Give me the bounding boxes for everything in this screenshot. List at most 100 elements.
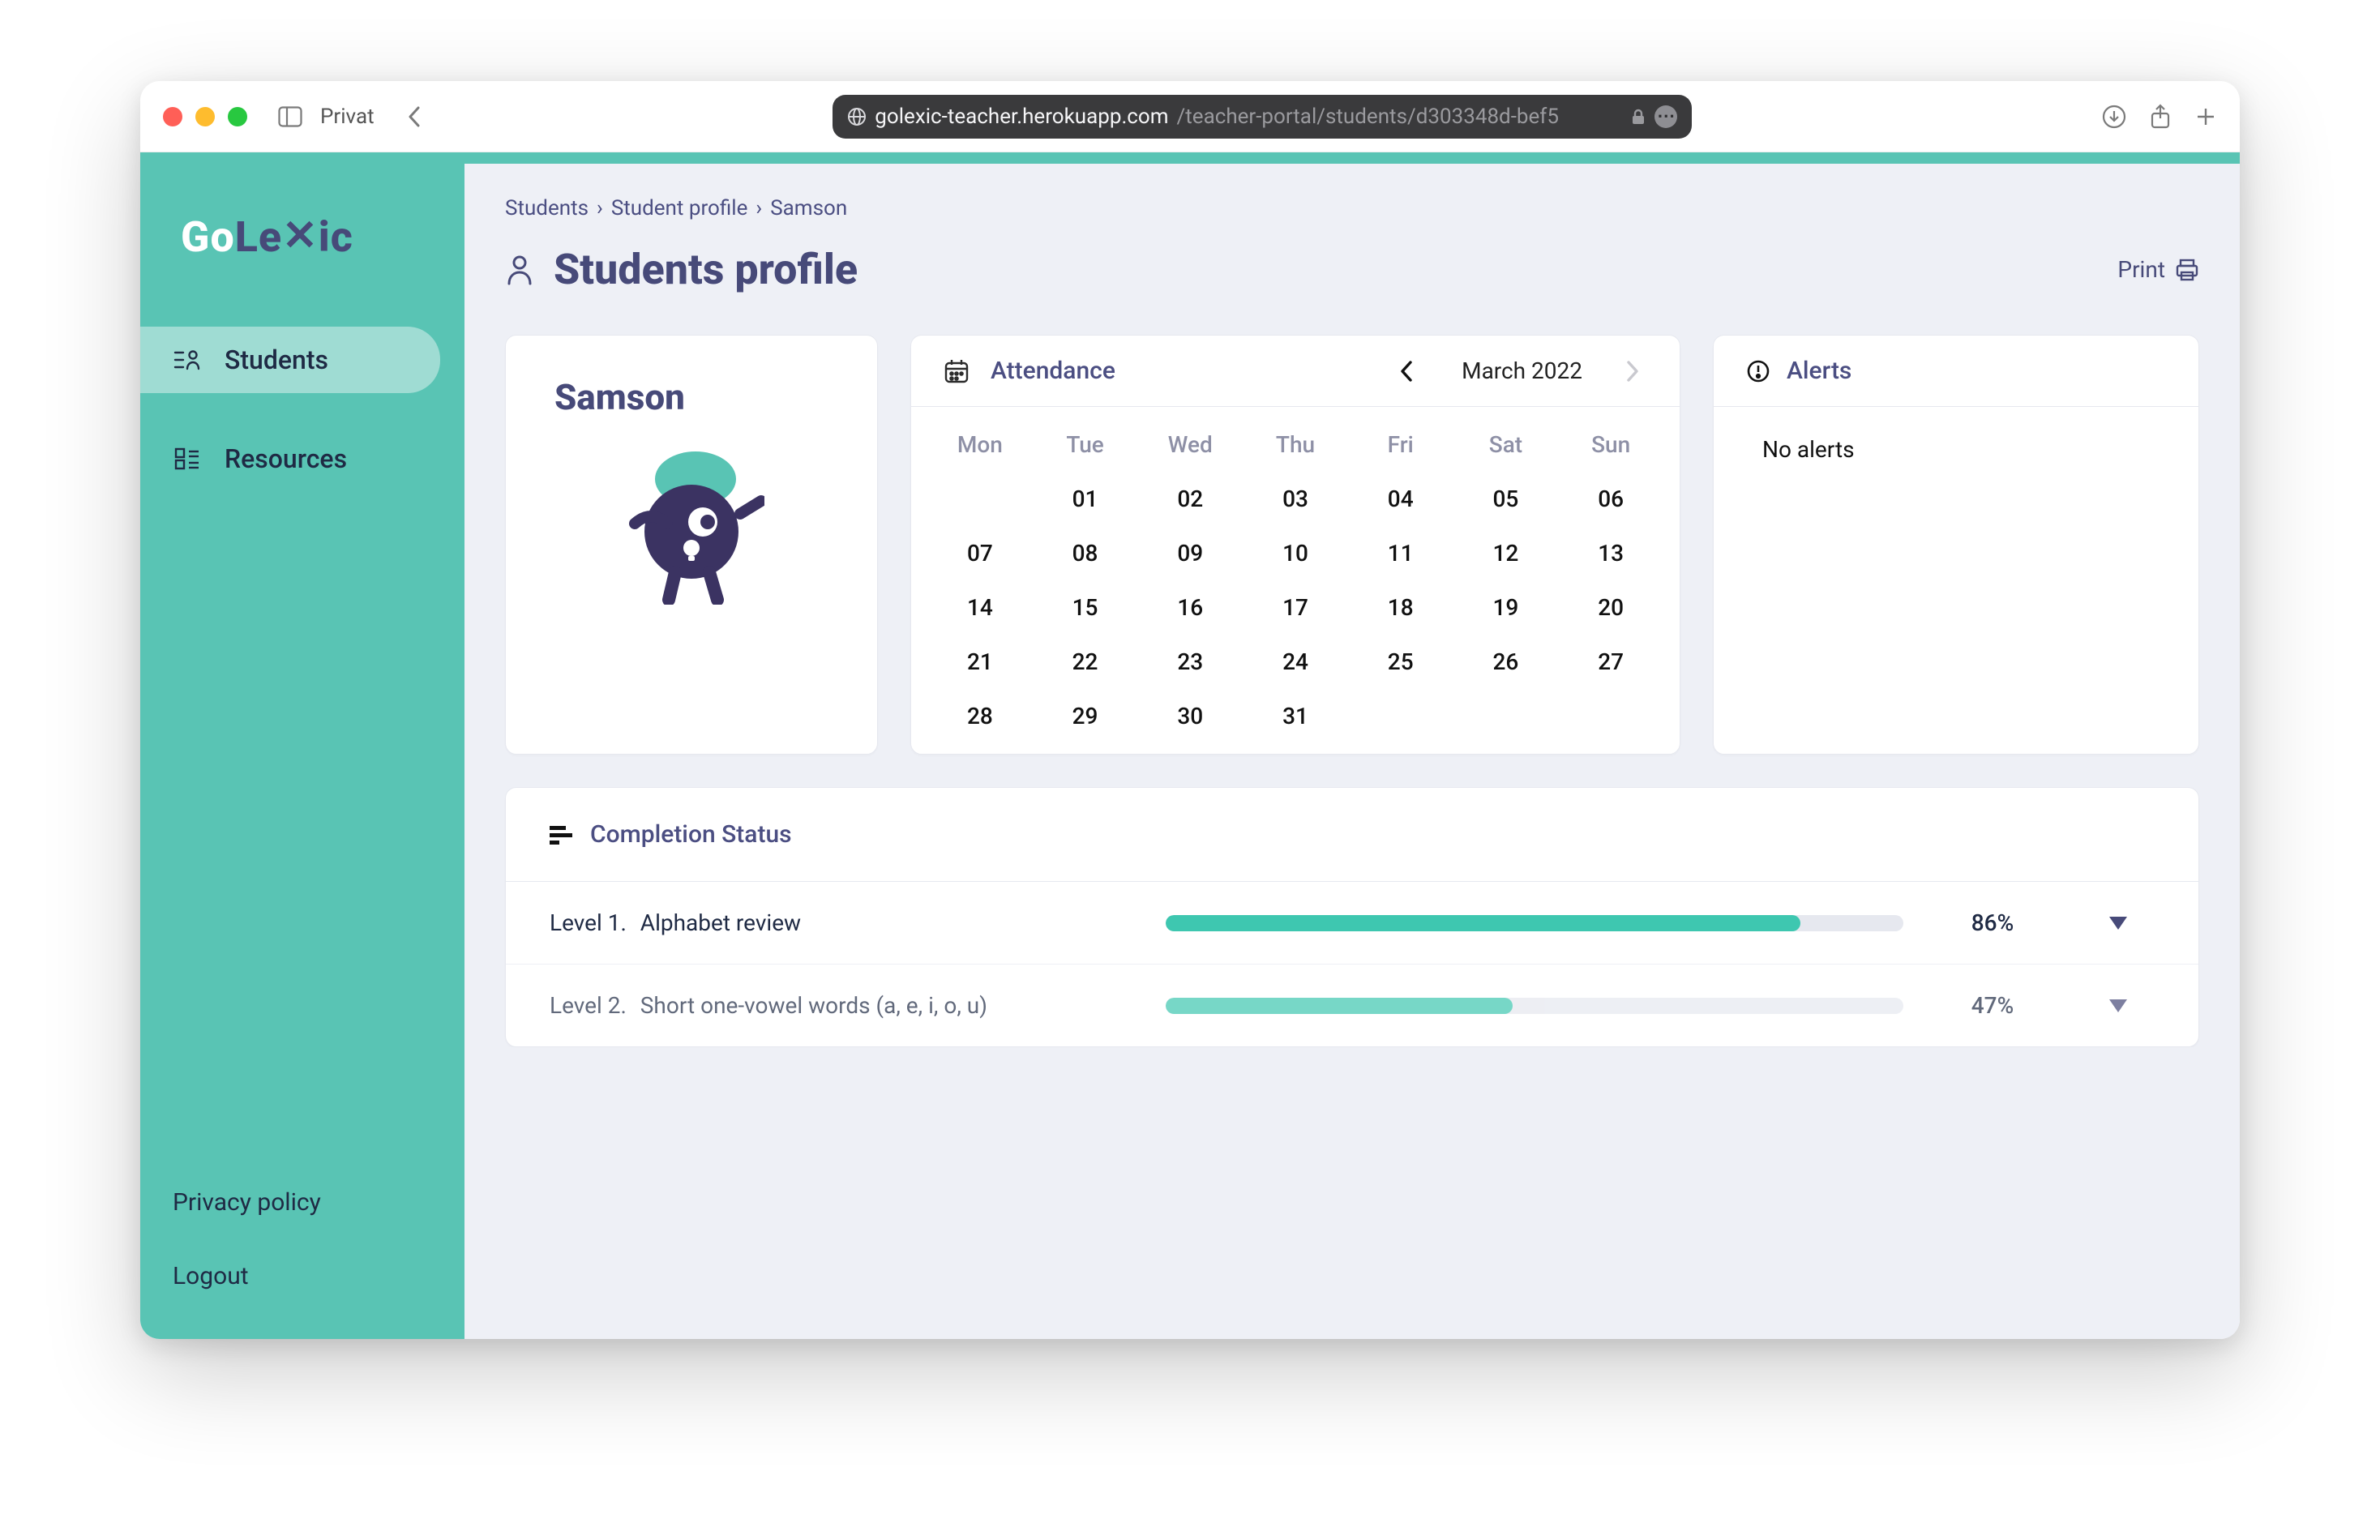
completion-card: Completion Status Level 1. Alphabet revi… <box>505 787 2199 1047</box>
lock-icon <box>1630 108 1646 126</box>
downloads-icon[interactable] <box>2102 105 2126 129</box>
expand-row-button[interactable] <box>2082 915 2155 931</box>
calendar-dow: Thu <box>1243 431 1348 458</box>
calendar-day[interactable]: 10 <box>1243 540 1348 567</box>
attendance-card: Attendance March 2022 <box>910 335 1680 755</box>
breadcrumb-item[interactable]: Students <box>505 196 589 220</box>
calendar-day[interactable]: 12 <box>1453 540 1559 567</box>
progress-icon <box>550 824 574 845</box>
addressbar-host: golexic-teacher.herokuapp.com <box>875 105 1168 129</box>
calendar-day[interactable]: 27 <box>1558 648 1663 675</box>
calendar-day[interactable]: 16 <box>1137 594 1243 621</box>
page-title: Students profile <box>554 245 858 294</box>
calendar-day[interactable]: 05 <box>1453 486 1559 512</box>
month-label: March 2022 <box>1462 357 1582 384</box>
calendar-day[interactable]: 28 <box>927 703 1033 729</box>
reader-mode-icon[interactable]: ⋯ <box>1654 105 1677 128</box>
completion-progress <box>1166 998 1903 1014</box>
attendance-title: Attendance <box>991 357 1115 385</box>
calendar-day[interactable]: 04 <box>1348 486 1453 512</box>
calendar-day[interactable]: 25 <box>1348 648 1453 675</box>
calendar-day[interactable]: 22 <box>1033 648 1138 675</box>
sidebar-item-label: Resources <box>225 443 347 474</box>
calendar-day[interactable]: 18 <box>1348 594 1453 621</box>
calendar-day[interactable]: 20 <box>1558 594 1663 621</box>
calendar-day[interactable]: 17 <box>1243 594 1348 621</box>
sidebar-nav: Students Resources <box>140 327 464 492</box>
calendar-day[interactable]: 14 <box>927 594 1033 621</box>
calendar-day[interactable]: 23 <box>1137 648 1243 675</box>
calendar-dow: Sun <box>1558 431 1663 458</box>
sidebar-item-students[interactable]: Students <box>140 327 440 393</box>
sidebar: GoLe✕ic Students Resources <box>140 164 464 1339</box>
calendar-day[interactable]: 06 <box>1558 486 1663 512</box>
month-navigator: March 2022 <box>1397 357 1647 384</box>
alert-icon <box>1746 359 1770 383</box>
completion-level-label: Level 1. Alphabet review <box>550 909 1141 936</box>
print-button[interactable]: Print <box>2117 256 2199 283</box>
calendar-dow: Sat <box>1453 431 1559 458</box>
calendar-day[interactable]: 21 <box>927 648 1033 675</box>
share-icon[interactable] <box>2149 104 2172 130</box>
breadcrumb-item[interactable]: Student profile <box>611 196 748 220</box>
completion-level-label: Level 2. Short one-vowel words (a, e, i,… <box>550 992 1141 1019</box>
calendar-day[interactable]: 26 <box>1453 648 1559 675</box>
sidebar-item-label: Students <box>225 344 328 375</box>
completion-progress <box>1166 915 1903 931</box>
close-window-button[interactable] <box>163 107 182 126</box>
calendar-day[interactable]: 07 <box>927 540 1033 567</box>
browser-titlebar: Privat golexic-teacher.herokuapp.com/tea… <box>140 81 2240 152</box>
resources-icon <box>173 444 202 473</box>
completion-title: Completion Status <box>590 820 792 849</box>
calendar-day[interactable]: 29 <box>1033 703 1138 729</box>
window-controls <box>163 107 247 126</box>
app-root: GoLe✕ic Students Resources <box>140 164 2240 1339</box>
brand-ic: ic <box>319 212 353 262</box>
chevron-right-icon: › <box>756 196 762 220</box>
calendar-day[interactable]: 15 <box>1033 594 1138 621</box>
calendar-day[interactable]: 11 <box>1348 540 1453 567</box>
alerts-title: Alerts <box>1787 357 1851 385</box>
calendar-day[interactable]: 09 <box>1137 540 1243 567</box>
completion-row: Level 1. Alphabet review 86% <box>506 882 2198 965</box>
sidebar-toggle-icon[interactable] <box>278 106 302 127</box>
calendar-day[interactable]: 24 <box>1243 648 1348 675</box>
calendar-day[interactable]: 01 <box>1033 486 1138 512</box>
calendar-day[interactable]: 02 <box>1137 486 1243 512</box>
calendar-day[interactable]: 03 <box>1243 486 1348 512</box>
calendar-dow: Mon <box>927 431 1033 458</box>
expand-row-button[interactable] <box>2082 998 2155 1014</box>
calendar-day[interactable]: 08 <box>1033 540 1138 567</box>
calendar-day[interactable]: 30 <box>1137 703 1243 729</box>
brand-logo[interactable]: GoLe✕ic <box>140 212 464 327</box>
new-tab-icon[interactable] <box>2194 105 2217 128</box>
sidebar-item-resources[interactable]: Resources <box>140 426 440 492</box>
print-label: Print <box>2117 256 2165 283</box>
calendar-day[interactable]: 13 <box>1558 540 1663 567</box>
calendar-dow: Fri <box>1348 431 1453 458</box>
breadcrumb: Students › Student profile › Samson <box>505 196 2199 220</box>
printer-icon <box>2175 258 2199 282</box>
students-icon <box>173 345 202 374</box>
accent-bar <box>140 152 2240 164</box>
calendar-grid: MonTueWedThuFriSatSun0102030405060708091… <box>927 431 1663 729</box>
student-card: Samson <box>505 335 878 755</box>
addressbar-path: /teacher-portal/students/d303348d-bef5 <box>1177 105 1559 129</box>
student-avatar <box>619 443 764 605</box>
logout-link[interactable]: Logout <box>173 1262 432 1290</box>
prev-month-button[interactable] <box>1397 359 1421 383</box>
calendar-day[interactable]: 19 <box>1453 594 1559 621</box>
completion-percent: 86% <box>1928 909 2057 936</box>
next-month-button[interactable] <box>1623 359 1647 383</box>
main: Students › Student profile › Samson Stud… <box>464 164 2240 1339</box>
browser-back-button[interactable] <box>405 105 423 129</box>
breadcrumb-item[interactable]: Samson <box>770 196 847 220</box>
calendar-dow: Tue <box>1033 431 1138 458</box>
privacy-policy-link[interactable]: Privacy policy <box>173 1188 432 1217</box>
calendar-day[interactable]: 31 <box>1243 703 1348 729</box>
browser-addressbar[interactable]: golexic-teacher.herokuapp.com/teacher-po… <box>833 95 1692 139</box>
maximize-window-button[interactable] <box>228 107 247 126</box>
sidebar-footer: Privacy policy Logout <box>140 1156 464 1339</box>
minimize-window-button[interactable] <box>195 107 215 126</box>
student-name: Samson <box>554 376 828 418</box>
